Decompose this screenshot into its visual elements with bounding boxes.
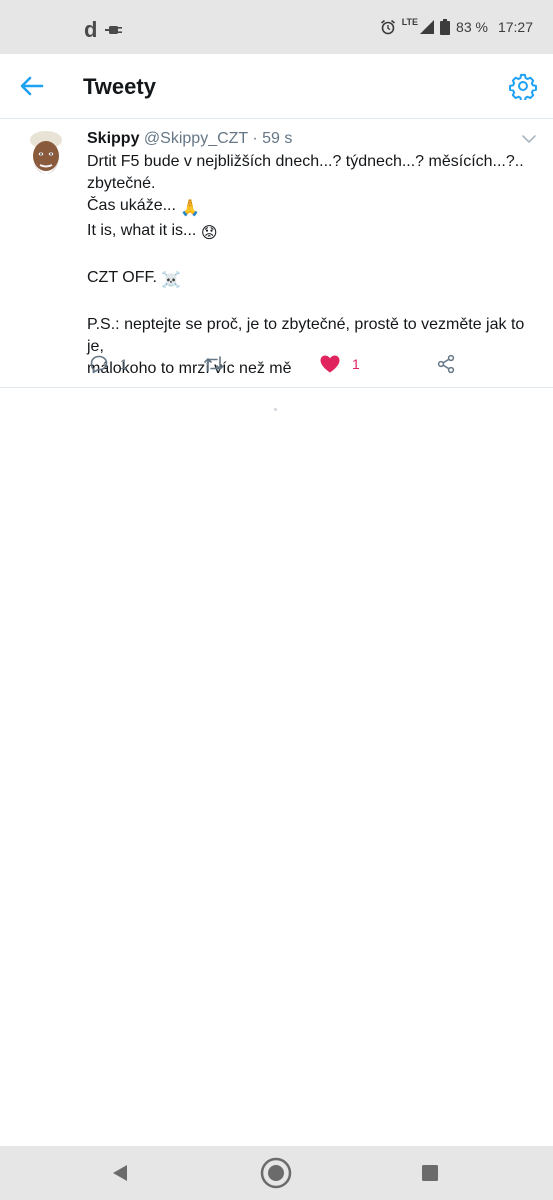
system-nav-bar	[0, 1146, 553, 1200]
square-recents-icon	[422, 1165, 438, 1181]
chevron-down-icon	[522, 135, 536, 143]
gear-icon	[509, 73, 537, 102]
author-name[interactable]: Skippy	[87, 130, 139, 147]
clock: 17:27	[497, 19, 533, 35]
retweet-icon	[204, 356, 224, 372]
header-separator: ·	[252, 130, 258, 147]
network-type: LTE	[401, 17, 419, 27]
reply-button[interactable]: 1	[89, 354, 128, 374]
share-icon	[437, 354, 455, 374]
alarm-icon	[380, 19, 395, 35]
tweet-text: Drtit F5 bude v nejbližších dnech...? tý…	[87, 151, 543, 380]
tweet[interactable]: Skippy @Skippy_CZT · 59 s Drtit F5 bude …	[0, 119, 553, 388]
author-handle[interactable]: @Skippy_CZT	[144, 130, 248, 147]
tweet-line: It is, what it is... 😟	[87, 220, 543, 245]
worried-face-emoji: 😟	[200, 225, 218, 242]
tweet-line: CZT OFF. ☠️	[87, 267, 543, 292]
tweet-actions: 1 1	[87, 354, 467, 378]
tweet-menu-button[interactable]	[521, 131, 537, 147]
retweet-button[interactable]	[203, 354, 236, 374]
folded-hands-emoji: 🙏	[180, 200, 201, 217]
usb-debug-icon	[105, 26, 123, 34]
app-bar: Tweety	[0, 54, 553, 119]
battery-icon	[440, 19, 451, 35]
reply-count: 1	[120, 356, 128, 372]
tweet-line: zbytečné.	[87, 175, 156, 192]
share-button[interactable]	[436, 354, 456, 374]
settings-button[interactable]	[509, 72, 537, 102]
reply-icon	[90, 355, 108, 374]
back-button[interactable]	[18, 74, 46, 98]
battery-percent: 83 %	[456, 19, 488, 35]
skull-crossbones-emoji: ☠️	[161, 272, 182, 289]
tweet-time: 59 s	[262, 130, 293, 147]
tweet-line: P.S.: neptejte se proč, je to zbytečné, …	[87, 316, 525, 355]
nav-back-button[interactable]	[104, 1157, 136, 1189]
circle-home-icon	[260, 1157, 292, 1189]
arrow-left-icon	[20, 76, 44, 96]
nav-recents-button[interactable]	[414, 1157, 446, 1189]
like-button[interactable]: 1	[319, 354, 360, 374]
avatar[interactable]	[20, 130, 72, 182]
tweet-line: Drtit F5 bude v nejbližších dnech...? tý…	[87, 153, 524, 170]
heart-filled-icon	[320, 355, 340, 373]
page-title: Tweety	[83, 74, 156, 99]
status-bar-notifications: d	[84, 19, 123, 41]
tweet-header: Skippy @Skippy_CZT · 59 s	[87, 130, 292, 148]
like-count: 1	[352, 356, 360, 372]
status-bar: d LTE 83 % 17:27	[0, 0, 553, 54]
app-notification-icon: d	[84, 17, 98, 42]
tweet-line: Čas ukáže... 🙏	[87, 195, 543, 220]
nav-home-button[interactable]	[260, 1157, 292, 1189]
triangle-back-icon	[113, 1165, 127, 1181]
loading-indicator	[274, 408, 277, 411]
status-bar-indicators: LTE 83 % 17:27	[380, 17, 533, 35]
signal-icon	[420, 20, 435, 34]
